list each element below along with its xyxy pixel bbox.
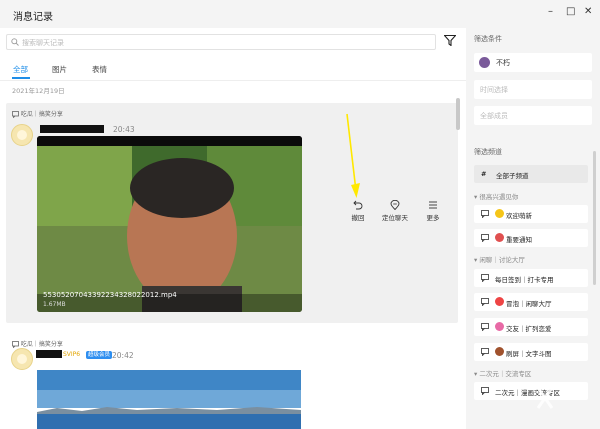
message-history-window: 消息记录 – □ ✕ 搜索聊天记录 全部 图片 表情 2021年12月19日 吃…	[0, 0, 600, 429]
tab-stickers[interactable]: 表情	[92, 64, 107, 75]
chat-bubble-icon	[481, 210, 489, 218]
user-name: 不朽	[496, 59, 510, 67]
more-label: 更多	[426, 214, 440, 222]
channel-item[interactable]: 欢迎萌新	[474, 205, 588, 223]
avatar[interactable]	[11, 348, 33, 370]
more-button[interactable]: 更多	[418, 200, 448, 222]
time-select[interactable]: 时间选择	[474, 80, 592, 99]
title-bar: 消息记录 – □ ✕	[0, 0, 600, 28]
channel-tag: 吃瓜｜搞笑分享	[12, 109, 63, 119]
user-avatar	[479, 57, 490, 68]
recall-button[interactable]: 撤回	[343, 200, 373, 222]
filter-conditions-label: 筛选条件	[474, 35, 502, 43]
search-input[interactable]: 搜索聊天记录	[6, 34, 436, 50]
chat-bubble-icon	[481, 387, 489, 395]
redacted-username	[40, 125, 104, 133]
message-time: 20:43	[113, 125, 135, 134]
maximize-button[interactable]: □	[566, 7, 575, 17]
channel-item-label: 每日签到｜打卡专用	[495, 276, 554, 284]
channel-item[interactable]: 刷屏｜文字斗图	[474, 343, 588, 361]
chat-bubble-icon	[481, 274, 489, 282]
close-button[interactable]: ✕	[584, 7, 592, 17]
filter-channels-label: 筛选频道	[474, 148, 502, 156]
locate-chat-button[interactable]: 定位聊天	[380, 200, 410, 222]
vip-badge: SVIP6	[63, 351, 81, 358]
channel-name: 吃瓜｜搞笑分享	[20, 341, 63, 348]
video-size: 1.67MB	[43, 301, 66, 308]
channel-item-label: 冒泡｜闲聊大厅	[506, 300, 552, 308]
search-placeholder: 搜索聊天记录	[22, 39, 64, 47]
message-card[interactable]: 吃瓜｜搞笑分享 20:43 5530520704339223432802201​…	[6, 103, 458, 323]
menu-icon	[429, 201, 437, 209]
chat-bubble-icon	[481, 348, 489, 356]
member-select-placeholder: 全部成员	[480, 112, 508, 120]
channel-item-label: 刷屏｜文字斗图	[506, 350, 552, 358]
member-select[interactable]: 全部成员	[474, 106, 592, 125]
locate-chat-label: 定位聊天	[382, 214, 408, 222]
channel-item-label: 交友｜扩列恋爱	[506, 325, 552, 333]
message-list-scrollbar[interactable]	[456, 98, 460, 130]
avatar[interactable]	[11, 124, 33, 146]
undo-icon	[353, 200, 363, 210]
tab-divider	[0, 80, 466, 81]
message-list-panel: 搜索聊天记录 全部 图片 表情 2021年12月19日 吃瓜｜搞笑分享 20:4…	[0, 28, 466, 429]
channel-group-label: 二次元｜交流专区	[479, 370, 532, 378]
chat-bubble-icon	[481, 323, 489, 331]
tab-all[interactable]: 全部	[13, 64, 28, 75]
recall-label: 撤回	[351, 214, 365, 222]
locate-icon	[390, 200, 400, 210]
video-message[interactable]: 5530520704339223432802201​2.mp4 1.67MB	[37, 136, 302, 312]
minimize-button[interactable]: –	[548, 7, 553, 17]
channel-item[interactable]: 冒泡｜闲聊大厅	[474, 293, 588, 311]
emoji-icon	[495, 297, 504, 306]
channel-item[interactable]: 交友｜扩列恋爱	[474, 318, 588, 336]
user-filter[interactable]: 不朽	[474, 53, 592, 72]
chat-bubble-icon	[481, 298, 489, 306]
filter-panel: 筛选条件 不朽 时间选择 全部成员 筛选频道 # 全部子频道 ▾ 很高兴遇见你 …	[466, 28, 600, 429]
watermark-logo	[536, 387, 554, 409]
channel-group[interactable]: ▾ 闲聊｜讨论大厅	[474, 254, 525, 264]
channel-item[interactable]: 重要通知	[474, 229, 588, 247]
message-time: 20:42	[112, 351, 134, 360]
tab-images[interactable]: 图片	[52, 64, 67, 75]
image-message[interactable]	[37, 370, 301, 429]
video-thumbnail	[37, 136, 302, 312]
tab-bar: 全部 图片 表情	[0, 62, 466, 80]
channel-item-label: 欢迎萌新	[506, 212, 532, 220]
active-tab-indicator	[12, 77, 30, 79]
video-filename: 5530520704339223432802201​2.mp4	[43, 291, 177, 299]
window-title: 消息记录	[13, 12, 53, 23]
beach-photo	[37, 370, 301, 429]
time-select-placeholder: 时间选择	[480, 86, 508, 94]
channel-tag: 吃瓜｜搞笑分享	[12, 339, 63, 349]
channel-group[interactable]: ▾ 很高兴遇见你	[474, 191, 518, 201]
member-badge: 超级会员	[86, 351, 113, 359]
chat-bubble-icon	[481, 234, 489, 242]
search-icon	[11, 38, 19, 46]
emoji-icon	[495, 233, 504, 242]
redacted-username	[36, 350, 62, 358]
date-label: 2021年12月19日	[12, 87, 65, 95]
channel-item-all[interactable]: # 全部子频道	[474, 165, 588, 183]
message-card[interactable]: 吃瓜｜搞笑分享 SVIP6 超级会员 20:42	[6, 333, 458, 429]
emoji-icon	[495, 322, 504, 331]
emoji-icon	[495, 209, 504, 218]
channel-item-label: 重要通知	[506, 236, 532, 244]
chat-bubble-icon	[12, 111, 19, 119]
filter-icon[interactable]	[444, 35, 456, 46]
emoji-icon	[495, 347, 504, 356]
channel-item-label: 全部子频道	[496, 172, 529, 180]
channel-group-label: 闲聊｜讨论大厅	[479, 256, 525, 264]
filter-panel-scrollbar[interactable]	[593, 151, 596, 285]
channel-item[interactable]: 每日签到｜打卡专用	[474, 269, 588, 287]
chat-bubble-icon	[12, 341, 19, 349]
channel-group[interactable]: ▾ 二次元｜交流专区	[474, 368, 531, 378]
highlight-arrow	[346, 113, 360, 198]
channel-group-label: 很高兴遇见你	[479, 193, 519, 201]
channel-name: 吃瓜｜搞笑分享	[20, 111, 63, 118]
